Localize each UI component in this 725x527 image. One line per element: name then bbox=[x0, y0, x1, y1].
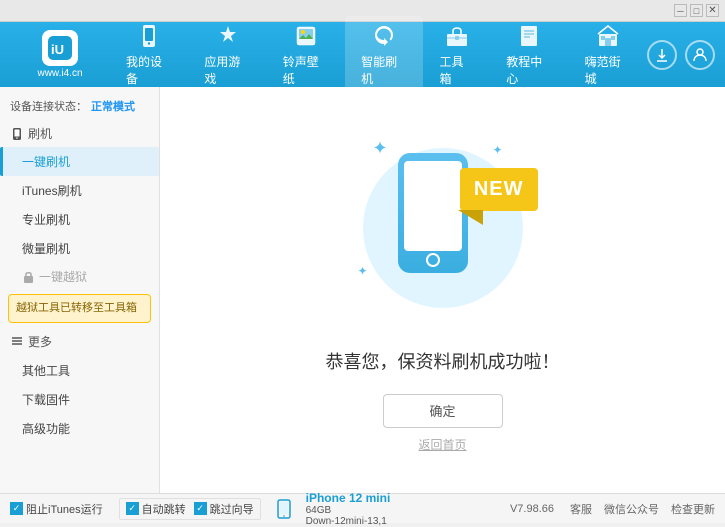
back-link[interactable]: 返回首页 bbox=[418, 436, 466, 453]
tutorials-icon bbox=[515, 22, 543, 50]
version-label: V7.98.66 bbox=[510, 503, 554, 515]
nav-label-tutorials: 教程中心 bbox=[506, 53, 552, 87]
sidebar-item-pro-flash[interactable]: 专业刷机 bbox=[0, 205, 159, 234]
my-device-icon bbox=[135, 22, 163, 50]
sidebar-item-download-firmware[interactable]: 下载固件 bbox=[0, 385, 159, 414]
bottom-left: ✓ 阻止iTunes运行 ✓ 自动跳转 ✓ 跳过向导 iPhone 12 min… bbox=[10, 491, 510, 527]
status-label: 设备连接状态： bbox=[10, 98, 87, 114]
auto-follow-container: ✓ 自动跳转 bbox=[126, 501, 186, 517]
jailbreak-label: 一键越狱 bbox=[39, 268, 87, 285]
lock-icon bbox=[22, 270, 35, 283]
more-icon bbox=[10, 334, 24, 348]
device-info: iPhone 12 mini 64GB Down-12mini-13,1 bbox=[306, 491, 391, 527]
sparkle-2: ✦ bbox=[492, 143, 502, 157]
wallpaper-icon bbox=[292, 22, 320, 50]
badge-tail bbox=[458, 210, 483, 225]
nav-item-apps-games[interactable]: 应用游戏 bbox=[188, 16, 266, 93]
sidebar: 设备连接状态： 正常模式 刷机 一键刷机 iTunes刷机 专业刷机 微量刷机 bbox=[0, 87, 160, 493]
logo-site-name: www.i4.cn bbox=[37, 68, 82, 79]
main-content: ✦ ✦ ✦ NEW 恭喜您，保资料刷机成功啦！ 确定 返回首页 bbox=[160, 87, 725, 493]
sidebar-item-itunes-flash[interactable]: iTunes刷机 bbox=[0, 176, 159, 205]
user-button[interactable] bbox=[685, 40, 715, 70]
smart-flash-icon bbox=[370, 22, 398, 50]
device-icon bbox=[277, 499, 291, 519]
sidebar-item-advanced[interactable]: 高级功能 bbox=[0, 414, 159, 443]
sidebar-item-one-key-flash[interactable]: 一键刷机 bbox=[0, 147, 159, 176]
maximize-button[interactable]: □ bbox=[690, 4, 703, 17]
top-nav: iU www.i4.cn 我的设备 应用游戏 bbox=[0, 22, 725, 87]
skip-wizard-container: ✓ 跳过向导 bbox=[194, 501, 254, 517]
more-section-header: 更多 bbox=[0, 327, 159, 356]
stop-itunes-checkbox[interactable]: ✓ bbox=[10, 502, 23, 515]
device-version: Down-12mini-13,1 bbox=[306, 516, 391, 527]
nav-right bbox=[647, 40, 715, 70]
fashion-city-icon bbox=[594, 22, 622, 50]
sidebar-jailbreak-disabled: 一键越狱 bbox=[0, 263, 159, 290]
nav-label-apps-games: 应用游戏 bbox=[204, 53, 250, 87]
minimize-button[interactable]: ─ bbox=[674, 4, 687, 17]
status-value: 正常模式 bbox=[91, 98, 135, 114]
skip-wizard-label: 跳过向导 bbox=[210, 501, 254, 517]
sidebar-warning-box: 越狱工具已转移至工具箱 bbox=[8, 294, 151, 323]
toolbox-icon bbox=[443, 22, 471, 50]
success-illustration: ✦ ✦ ✦ NEW bbox=[343, 128, 543, 328]
phone-screen bbox=[404, 161, 462, 251]
device-storage: 64GB bbox=[306, 505, 391, 516]
bottom-bar: ✓ 阻止iTunes运行 ✓ 自动跳转 ✓ 跳过向导 iPhone 12 min… bbox=[0, 493, 725, 523]
sidebar-item-micro-flash[interactable]: 微量刷机 bbox=[0, 234, 159, 263]
nav-item-toolbox[interactable]: 工具箱 bbox=[423, 16, 490, 93]
sidebar-item-other-tools[interactable]: 其他工具 bbox=[0, 356, 159, 385]
wechat-link[interactable]: 微信公众号 bbox=[604, 501, 659, 517]
phone-home-btn bbox=[426, 253, 440, 267]
nav-item-fashion-city[interactable]: 嗨范街城 bbox=[569, 16, 647, 93]
nav-items: 我的设备 应用游戏 铃声壁纸 bbox=[110, 16, 647, 93]
device-status-bar: 设备连接状态： 正常模式 bbox=[0, 92, 159, 120]
nav-item-my-device[interactable]: 我的设备 bbox=[110, 16, 188, 93]
device-info-row: iPhone 12 mini 64GB Down-12mini-13,1 bbox=[277, 491, 391, 527]
check-update-link[interactable]: 检查更新 bbox=[671, 501, 715, 517]
nav-item-tutorials[interactable]: 教程中心 bbox=[490, 16, 568, 93]
logo-icon: iU bbox=[42, 30, 78, 66]
close-button[interactable]: ✕ bbox=[706, 4, 719, 17]
bottom-checkboxes: ✓ 自动跳转 ✓ 跳过向导 bbox=[119, 498, 261, 520]
flash-section-label: 刷机 bbox=[28, 125, 52, 142]
bottom-links: 客服 微信公众号 检查更新 bbox=[570, 501, 715, 517]
download-button[interactable] bbox=[647, 40, 677, 70]
main-layout: 设备连接状态： 正常模式 刷机 一键刷机 iTunes刷机 专业刷机 微量刷机 bbox=[0, 87, 725, 493]
flash-section-header: 刷机 bbox=[0, 120, 159, 147]
nav-label-my-device: 我的设备 bbox=[126, 53, 172, 87]
sparkle-3: ✦ bbox=[358, 264, 368, 278]
auto-follow-checkbox[interactable]: ✓ bbox=[126, 502, 139, 515]
service-link[interactable]: 客服 bbox=[570, 501, 592, 517]
nav-label-smart-flash: 智能刷机 bbox=[361, 53, 407, 87]
nav-item-smart-flash[interactable]: 智能刷机 bbox=[345, 16, 423, 93]
new-badge-container: NEW bbox=[460, 168, 538, 211]
auto-follow-label: 自动跳转 bbox=[142, 501, 186, 517]
svg-text:iU: iU bbox=[51, 42, 64, 57]
warning-text: 越狱工具已转移至工具箱 bbox=[16, 302, 137, 314]
success-message: 恭喜您，保资料刷机成功啦！ bbox=[326, 348, 560, 374]
phone-icon bbox=[10, 127, 24, 141]
nav-label-toolbox: 工具箱 bbox=[439, 53, 474, 87]
nav-label-fashion-city: 嗨范街城 bbox=[585, 53, 631, 87]
logo-area: iU www.i4.cn bbox=[10, 30, 110, 79]
stop-itunes-label: 阻止iTunes运行 bbox=[26, 501, 103, 517]
sparkle-1: ✦ bbox=[373, 138, 388, 159]
apps-games-icon bbox=[214, 22, 242, 50]
confirm-button[interactable]: 确定 bbox=[383, 394, 503, 428]
skip-wizard-checkbox[interactable]: ✓ bbox=[194, 502, 207, 515]
nav-item-wallpaper[interactable]: 铃声壁纸 bbox=[267, 16, 345, 93]
stop-itunes-container: ✓ 阻止iTunes运行 bbox=[10, 501, 103, 517]
nav-label-wallpaper: 铃声壁纸 bbox=[283, 53, 329, 87]
more-section-label: 更多 bbox=[28, 333, 52, 350]
bottom-right: V7.98.66 客服 微信公众号 检查更新 bbox=[510, 501, 715, 517]
new-badge: NEW bbox=[460, 168, 538, 211]
